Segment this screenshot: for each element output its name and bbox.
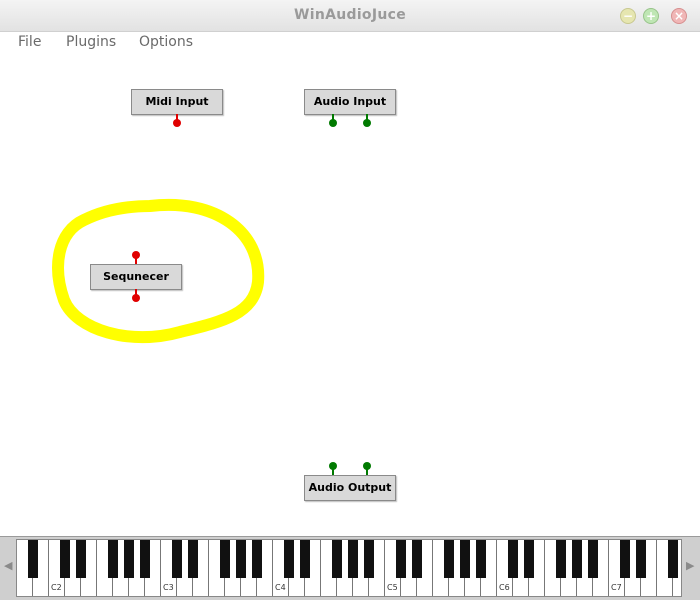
black-key[interactable] (620, 540, 630, 578)
sequencer-node[interactable]: Sequnecer (90, 264, 182, 290)
audio-input-pin-right[interactable] (363, 462, 371, 475)
black-key[interactable] (76, 540, 86, 578)
black-key[interactable] (524, 540, 534, 578)
black-key[interactable] (60, 540, 70, 578)
midi-input-node[interactable]: Midi Input (131, 89, 223, 115)
octave-label: C2 (51, 583, 62, 592)
black-key[interactable] (348, 540, 358, 578)
black-key[interactable] (460, 540, 470, 578)
octave-label: C4 (275, 583, 286, 592)
octave-label: C3 (163, 583, 174, 592)
black-key[interactable] (412, 540, 422, 578)
audio-output-pin-left[interactable] (329, 114, 337, 127)
black-key[interactable] (668, 540, 678, 578)
black-key[interactable] (172, 540, 182, 578)
black-key[interactable] (236, 540, 246, 578)
audio-input-node[interactable]: Audio Input (304, 89, 396, 115)
audio-input-pin-left[interactable] (329, 462, 337, 475)
black-key[interactable] (28, 540, 38, 578)
octave-label: C5 (387, 583, 398, 592)
black-key[interactable] (252, 540, 262, 578)
sequencer-midi-output-pin[interactable] (132, 289, 140, 302)
octave-label: C7 (611, 583, 622, 592)
black-key[interactable] (124, 540, 134, 578)
black-key[interactable] (140, 540, 150, 578)
midi-keyboard: ◀ C2 C3 C4 C5 C6 C7 ▶ (0, 536, 700, 600)
black-key[interactable] (332, 540, 342, 578)
sequencer-midi-input-pin[interactable] (132, 251, 140, 264)
black-key[interactable] (476, 540, 486, 578)
black-key[interactable] (364, 540, 374, 578)
keyboard-scroll-left-button[interactable]: ◀ (4, 559, 12, 572)
midi-output-pin[interactable] (173, 114, 181, 127)
black-key[interactable] (284, 540, 294, 578)
black-key[interactable] (188, 540, 198, 578)
black-key[interactable] (300, 540, 310, 578)
audio-output-node[interactable]: Audio Output (304, 475, 396, 501)
keyboard-scroll-right-button[interactable]: ▶ (686, 559, 694, 572)
piano-keys[interactable]: C2 C3 C4 C5 C6 C7 (16, 539, 682, 597)
black-key[interactable] (556, 540, 566, 578)
black-key[interactable] (108, 540, 118, 578)
black-key[interactable] (508, 540, 518, 578)
black-key[interactable] (588, 540, 598, 578)
black-key[interactable] (572, 540, 582, 578)
black-key[interactable] (636, 540, 646, 578)
black-key[interactable] (396, 540, 406, 578)
octave-label: C6 (499, 583, 510, 592)
black-key[interactable] (444, 540, 454, 578)
audio-output-pin-right[interactable] (363, 114, 371, 127)
black-key[interactable] (220, 540, 230, 578)
